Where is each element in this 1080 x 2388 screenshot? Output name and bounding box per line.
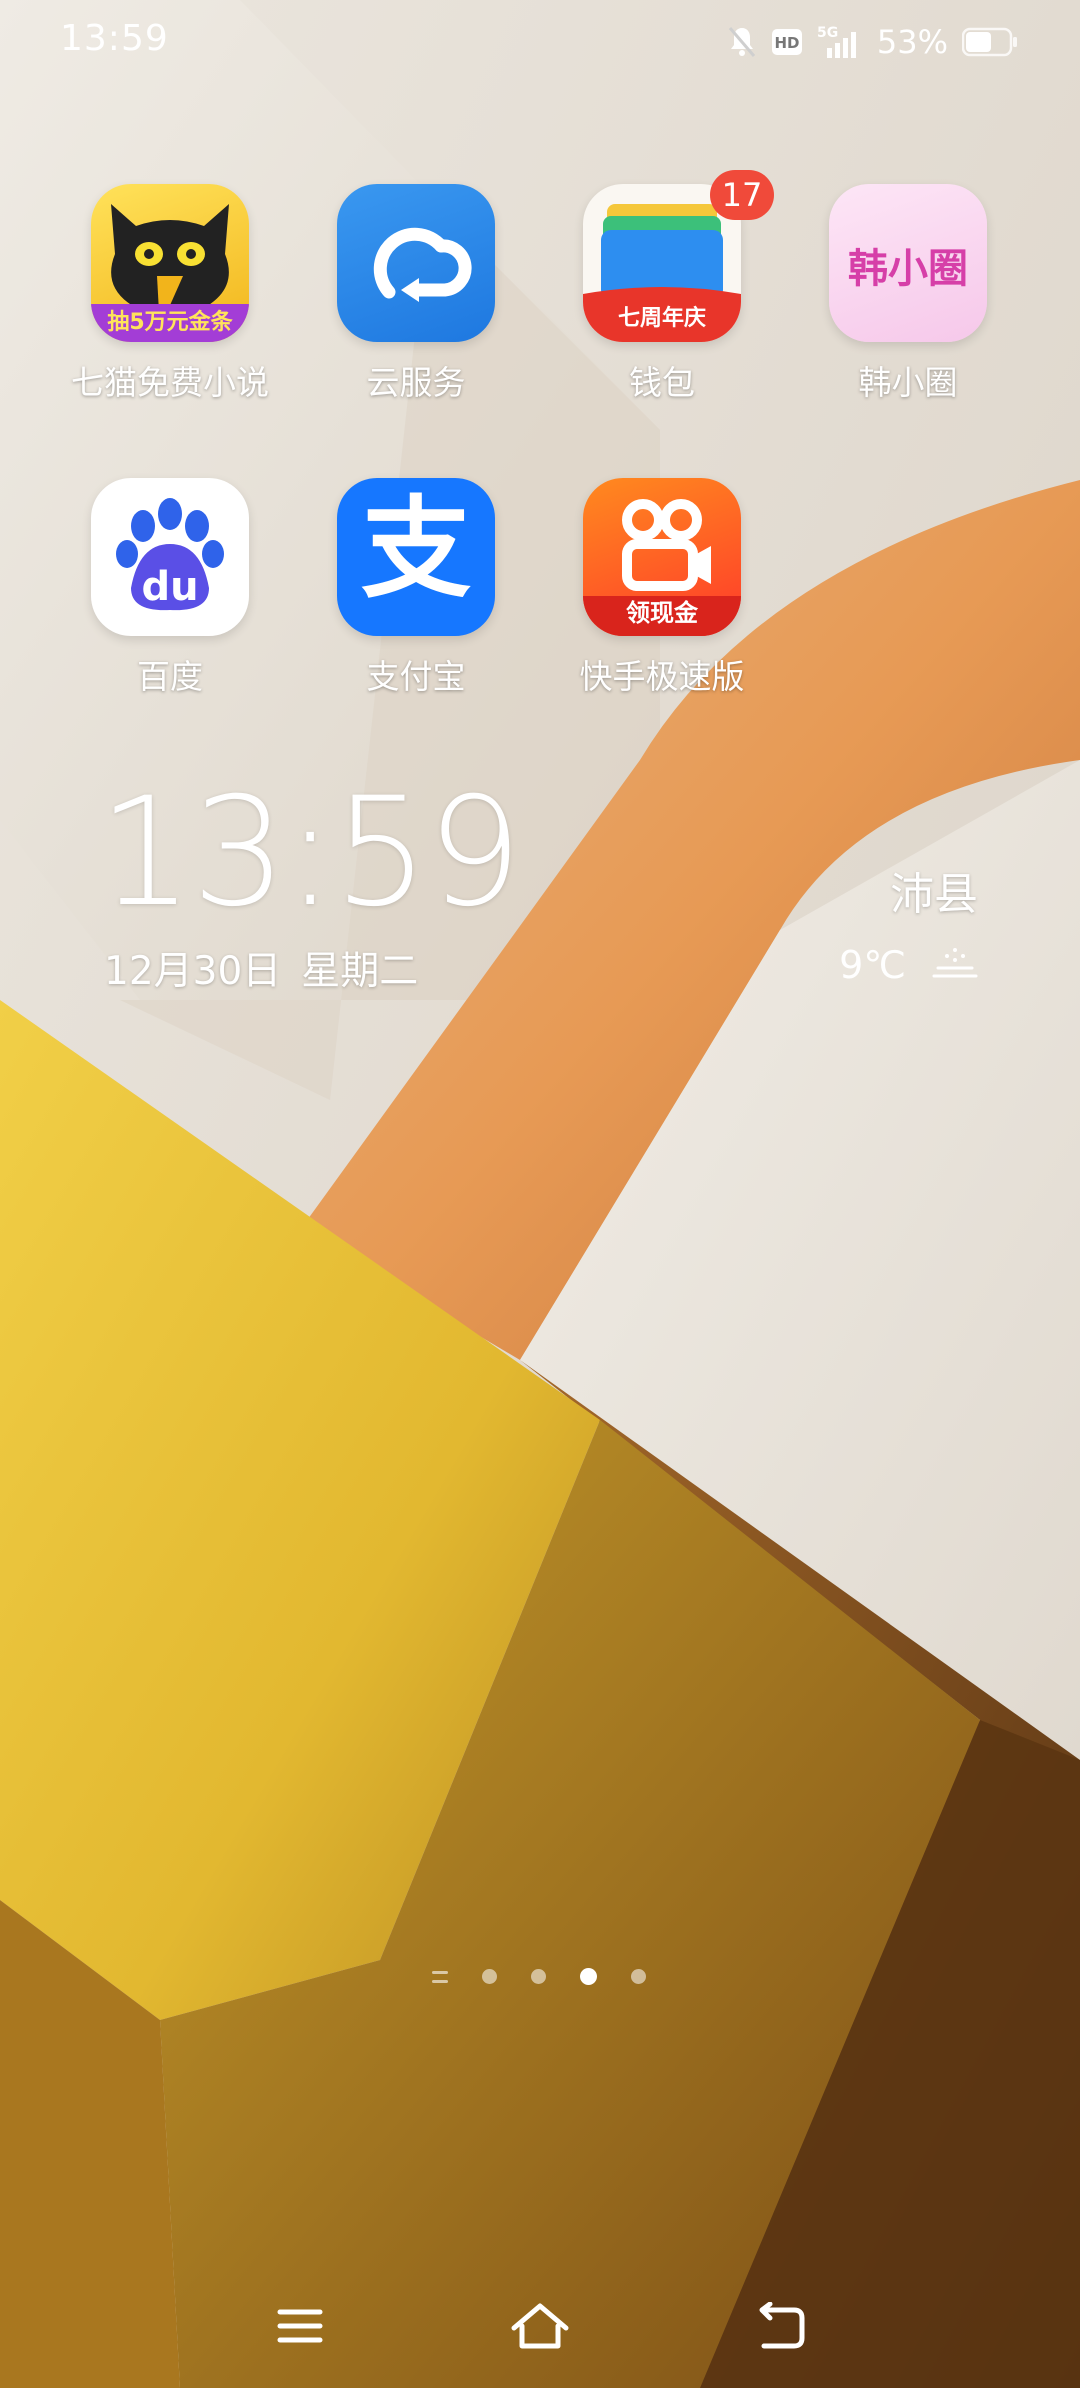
back-button[interactable]: [735, 2288, 825, 2368]
widget-date-day: 12月30日: [104, 949, 282, 994]
status-icons: HD 5G 53%: [727, 20, 1018, 64]
widget-date: 12月30日 星期二: [104, 940, 418, 996]
wallet-promo-text: 七周年庆: [617, 306, 706, 331]
status-bar: 13:59 HD 5G 53%: [0, 0, 1080, 84]
battery-icon: [962, 27, 1018, 57]
app-alipay[interactable]: 支 支付宝: [316, 478, 516, 698]
app-label: 支付宝: [366, 657, 466, 696]
weather-city: 沛县: [890, 869, 978, 920]
weather-temperature: 9℃: [839, 942, 906, 987]
widget-weekday: 星期二: [301, 949, 419, 994]
status-time: 13:59: [60, 18, 169, 59]
mute-bell-icon: [727, 25, 757, 59]
app-label: 百度: [137, 657, 203, 696]
hanxiaoquan-logo-icon: 韩小圈: [829, 184, 987, 342]
hd-icon: HD: [771, 28, 803, 56]
svg-text:5G: 5G: [817, 25, 838, 41]
menu-icon: [276, 2306, 324, 2350]
page-dot-active[interactable]: [580, 1968, 597, 1985]
page-indicator[interactable]: [432, 1968, 646, 1985]
app-label: 快手极速版: [579, 657, 745, 696]
alipay-icon: 支: [337, 478, 495, 636]
app-cloud-service[interactable]: 云服务: [316, 184, 516, 404]
home-icon: [510, 2302, 570, 2354]
alipay-glyph: 支: [361, 485, 471, 613]
kuaishou-promo-text: 领现金: [626, 599, 698, 627]
app-wallet[interactable]: 17 七周年庆 钱包: [562, 170, 774, 404]
page-dot[interactable]: [531, 1969, 546, 1984]
app-hanxiaoquan[interactable]: 韩小圈 韩小圈: [808, 184, 1008, 404]
widget-time: 13:59: [98, 766, 522, 940]
weather-temperature-row: 9℃: [839, 940, 978, 989]
haze-icon: [932, 940, 978, 989]
notification-badge: 17: [710, 170, 774, 220]
home-button[interactable]: [495, 2288, 585, 2368]
app-qimao[interactable]: 抽5万元金条 七猫免费小说: [70, 184, 270, 404]
battery-percent: 53%: [876, 23, 948, 61]
app-label: 韩小圈: [858, 363, 958, 402]
hanxiaoquan-logo-text: 韩小圈: [848, 246, 968, 292]
app-label: 钱包: [629, 363, 695, 402]
baidu-du-text: du: [141, 564, 199, 610]
minus-one-page-icon[interactable]: [432, 1970, 448, 1983]
app-label: 七猫免费小说: [71, 363, 269, 402]
5g-signal-icon: 5G: [817, 24, 863, 60]
qimao-cat-icon: 抽5万元金条: [91, 184, 249, 342]
kuaishou-lite-icon: 领现金: [583, 478, 741, 636]
navigation-bar: [0, 2270, 1080, 2388]
page-dot[interactable]: [482, 1969, 497, 1984]
baidu-paw-icon: du: [91, 478, 249, 636]
app-baidu[interactable]: du 百度: [70, 478, 270, 698]
page-dot[interactable]: [631, 1969, 646, 1984]
menu-button[interactable]: [255, 2288, 345, 2368]
app-kuaishou-lite[interactable]: 领现金 快手极速版: [562, 478, 762, 698]
svg-text:HD: HD: [774, 34, 799, 52]
cloud-sync-icon: [337, 184, 495, 342]
app-label: 云服务: [366, 363, 466, 402]
back-icon: [754, 2301, 806, 2354]
qimao-promo-text: 抽5万元金条: [107, 310, 233, 335]
